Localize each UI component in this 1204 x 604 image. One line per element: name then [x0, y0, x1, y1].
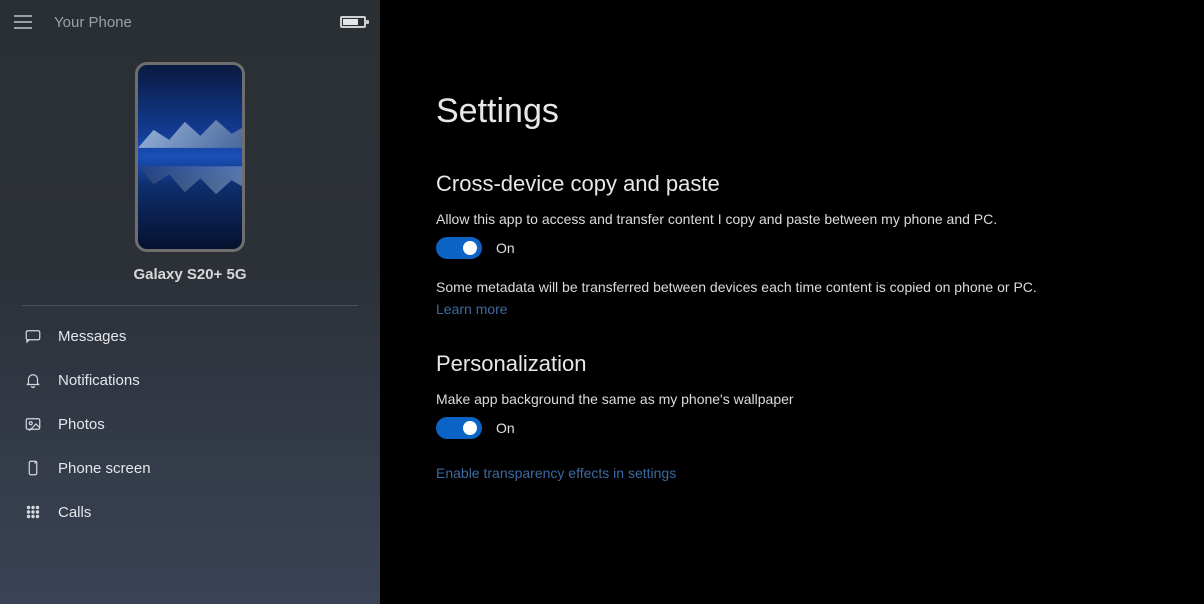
sidebar-item-label: Notifications: [58, 372, 140, 389]
toggle-state-label: On: [496, 240, 515, 256]
main-content: Settings Cross-device copy and paste All…: [380, 0, 1204, 604]
section-clipboard: Cross-device copy and paste Allow this a…: [436, 171, 1164, 319]
page-title: Settings: [436, 92, 1164, 131]
device-name: Galaxy S20+ 5G: [134, 266, 247, 283]
transparency-link[interactable]: Enable transparency effects in settings: [436, 465, 676, 481]
photos-icon: [22, 413, 44, 435]
section-heading: Cross-device copy and paste: [436, 171, 1164, 197]
app-root: Your Phone Galaxy S20+ 5G Messages: [0, 0, 1204, 604]
toggle-row-clipboard: On: [436, 237, 1164, 259]
phone-preview: Galaxy S20+ 5G: [0, 62, 380, 283]
bell-icon: [22, 369, 44, 391]
sidebar-item-label: Calls: [58, 504, 91, 521]
section-heading: Personalization: [436, 351, 1164, 377]
section-personalization: Personalization Make app background the …: [436, 351, 1164, 483]
setting-description: Make app background the same as my phone…: [436, 391, 1164, 407]
sidebar-nav: Messages Notifications Photos Phone scre…: [0, 314, 380, 534]
toggle-state-label: On: [496, 420, 515, 436]
sidebar-header: Your Phone: [0, 0, 380, 44]
app-title: Your Phone: [54, 14, 132, 31]
phone-screen-icon: [22, 457, 44, 479]
learn-more-link[interactable]: Learn more: [436, 301, 508, 317]
battery-icon: [340, 16, 366, 28]
sidebar-item-label: Photos: [58, 416, 105, 433]
toggle-personalization[interactable]: [436, 417, 482, 439]
setting-description: Allow this app to access and transfer co…: [436, 211, 1164, 227]
sidebar-item-photos[interactable]: Photos: [0, 402, 380, 446]
toggle-clipboard[interactable]: [436, 237, 482, 259]
hamburger-icon[interactable]: [14, 10, 38, 34]
toggle-row-personalization: On: [436, 417, 1164, 439]
sidebar-item-messages[interactable]: Messages: [0, 314, 380, 358]
phone-frame[interactable]: [135, 62, 245, 252]
sidebar-item-calls[interactable]: Calls: [0, 490, 380, 534]
sidebar: Your Phone Galaxy S20+ 5G Messages: [0, 0, 380, 604]
message-icon: [22, 325, 44, 347]
sidebar-item-notifications[interactable]: Notifications: [0, 358, 380, 402]
sidebar-item-label: Messages: [58, 328, 126, 345]
dialpad-icon: [22, 501, 44, 523]
sidebar-item-phone-screen[interactable]: Phone screen: [0, 446, 380, 490]
divider: [22, 305, 358, 306]
clipboard-note: Some metadata will be transferred betwee…: [436, 279, 1164, 295]
sidebar-item-label: Phone screen: [58, 460, 151, 477]
